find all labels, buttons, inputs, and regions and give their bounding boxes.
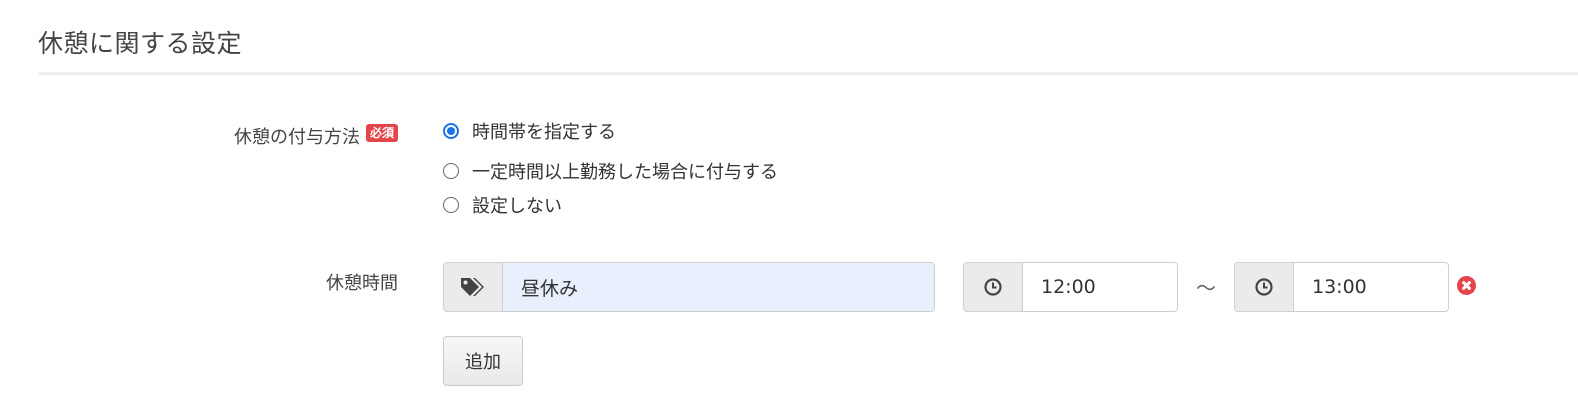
remove-circle-icon[interactable] — [1457, 276, 1476, 295]
break-end-time-input[interactable]: 13:00 — [1294, 263, 1448, 311]
tags-icon-addon — [444, 263, 503, 311]
break-start-input-group: 12:00 — [963, 262, 1178, 312]
radio-option-none[interactable]: 設定しない — [443, 185, 778, 225]
break-settings-page: 休憩に関する設定 休憩の付与方法 必須 時間帯を指定する 一定時間以上勤務した場… — [0, 0, 1578, 412]
break-method-label-row: 休憩の付与方法 必須 — [234, 123, 398, 149]
time-range-separator: 〜 — [1196, 276, 1216, 300]
break-method-radio-group: 時間帯を指定する 一定時間以上勤務した場合に付与する 設定しない — [443, 122, 778, 225]
break-name-input-group: 昼休み — [443, 262, 935, 312]
tags-icon — [461, 278, 484, 296]
radio-button[interactable] — [443, 197, 459, 213]
add-button[interactable]: 追加 — [443, 336, 523, 386]
break-end-input-group: 13:00 — [1234, 262, 1449, 312]
radio-label: 時間帯を指定する — [472, 122, 616, 143]
clock-icon — [984, 278, 1002, 296]
break-time-label-row: 休憩時間 — [326, 269, 398, 295]
radio-label: 一定時間以上勤務した場合に付与する — [472, 162, 778, 183]
radio-option-time-slot[interactable]: 時間帯を指定する — [443, 117, 778, 145]
break-time-label: 休憩時間 — [326, 273, 398, 294]
break-name-input[interactable]: 昼休み — [503, 263, 934, 311]
clock-icon-addon — [1235, 263, 1294, 311]
break-start-time-input[interactable]: 12:00 — [1023, 263, 1177, 311]
section-divider — [38, 72, 1578, 75]
break-method-label: 休憩の付与方法 — [233, 127, 360, 148]
radio-button[interactable] — [443, 163, 459, 179]
radio-button-checked[interactable] — [443, 123, 459, 139]
clock-icon — [1255, 278, 1273, 296]
clock-icon-addon — [964, 263, 1023, 311]
section-title: 休憩に関する設定 — [38, 29, 243, 58]
radio-label: 設定しない — [472, 196, 562, 217]
required-badge: 必須 — [365, 124, 398, 142]
